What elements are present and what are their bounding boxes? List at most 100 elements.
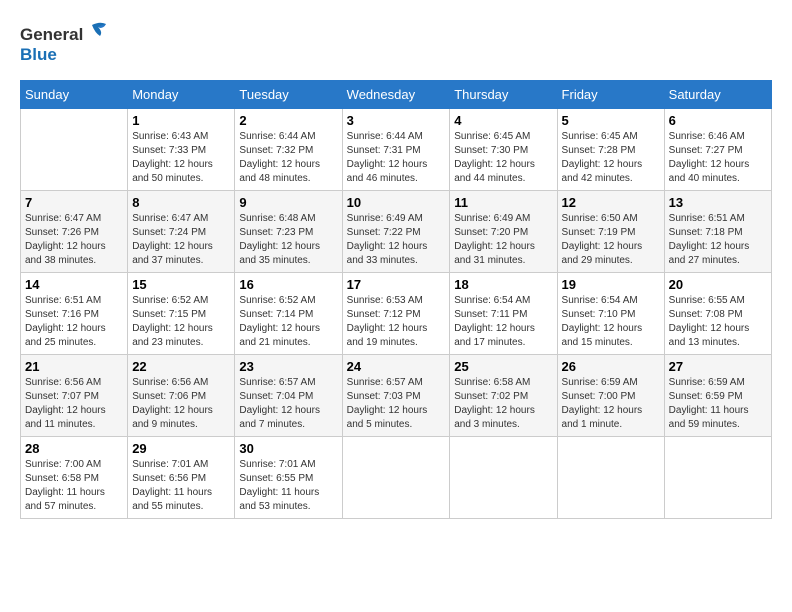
calendar-cell: 21 Sunrise: 6:56 AM Sunset: 7:07 PM Dayli… bbox=[21, 355, 128, 437]
calendar-cell: 27 Sunrise: 6:59 AM Sunset: 6:59 PM Dayli… bbox=[664, 355, 771, 437]
day-info: Sunrise: 6:56 AM Sunset: 7:07 PM Dayligh… bbox=[25, 376, 123, 432]
day-info: Sunrise: 6:44 AM Sunset: 7:32 PM Dayligh… bbox=[239, 130, 337, 186]
day-number: 20 bbox=[669, 277, 767, 292]
day-number: 9 bbox=[239, 195, 337, 210]
day-info: Sunrise: 6:47 AM Sunset: 7:26 PM Dayligh… bbox=[25, 212, 123, 268]
calendar-cell: 15 Sunrise: 6:52 AM Sunset: 7:15 PM Dayli… bbox=[128, 273, 235, 355]
day-number: 10 bbox=[347, 195, 446, 210]
day-number: 23 bbox=[239, 359, 337, 374]
day-info: Sunrise: 6:57 AM Sunset: 7:04 PM Dayligh… bbox=[239, 376, 337, 432]
calendar-table: SundayMondayTuesdayWednesdayThursdayFrid… bbox=[20, 80, 772, 519]
header-monday: Monday bbox=[128, 81, 235, 109]
day-info: Sunrise: 6:49 AM Sunset: 7:20 PM Dayligh… bbox=[454, 212, 552, 268]
calendar-cell bbox=[557, 437, 664, 519]
day-info: Sunrise: 6:59 AM Sunset: 7:00 PM Dayligh… bbox=[562, 376, 660, 432]
calendar-cell: 29Sunrise: 7:01 AM Sunset: 6:56 PM Dayli… bbox=[128, 437, 235, 519]
calendar-cell: 25 Sunrise: 6:58 AM Sunset: 7:02 PM Dayli… bbox=[450, 355, 557, 437]
calendar-week-row: 14 Sunrise: 6:51 AM Sunset: 7:16 PM Dayli… bbox=[21, 273, 772, 355]
day-info: Sunrise: 6:49 AM Sunset: 7:22 PM Dayligh… bbox=[347, 212, 446, 268]
svg-text:Blue: Blue bbox=[20, 45, 57, 64]
day-number: 16 bbox=[239, 277, 337, 292]
day-number: 5 bbox=[562, 113, 660, 128]
calendar-cell: 9 Sunrise: 6:48 AM Sunset: 7:23 PM Daylig… bbox=[235, 191, 342, 273]
day-number: 21 bbox=[25, 359, 123, 374]
calendar-cell: 3 Sunrise: 6:44 AM Sunset: 7:31 PM Daylig… bbox=[342, 109, 450, 191]
day-info: Sunrise: 6:50 AM Sunset: 7:19 PM Dayligh… bbox=[562, 212, 660, 268]
day-number: 11 bbox=[454, 195, 552, 210]
calendar-cell: 28 Sunrise: 7:00 AM Sunset: 6:58 PM Dayli… bbox=[21, 437, 128, 519]
calendar-cell: 17 Sunrise: 6:53 AM Sunset: 7:12 PM Dayli… bbox=[342, 273, 450, 355]
day-number: 13 bbox=[669, 195, 767, 210]
day-info: Sunrise: 6:51 AM Sunset: 7:18 PM Dayligh… bbox=[669, 212, 767, 268]
calendar-cell: 14 Sunrise: 6:51 AM Sunset: 7:16 PM Dayli… bbox=[21, 273, 128, 355]
day-info: Sunrise: 6:56 AM Sunset: 7:06 PM Dayligh… bbox=[132, 376, 230, 432]
day-info: Sunrise: 6:45 AM Sunset: 7:28 PM Dayligh… bbox=[562, 130, 660, 186]
header-friday: Friday bbox=[557, 81, 664, 109]
day-info: Sunrise: 6:58 AM Sunset: 7:02 PM Dayligh… bbox=[454, 376, 552, 432]
calendar-cell: 20 Sunrise: 6:55 AM Sunset: 7:08 PM Dayli… bbox=[664, 273, 771, 355]
day-number: 7 bbox=[25, 195, 123, 210]
day-info: Sunrise: 6:46 AM Sunset: 7:27 PM Dayligh… bbox=[669, 130, 767, 186]
day-number: 14 bbox=[25, 277, 123, 292]
header-sunday: Sunday bbox=[21, 81, 128, 109]
logo-svg: General Blue bbox=[20, 20, 110, 70]
day-number: 27 bbox=[669, 359, 767, 374]
calendar-week-row: 21 Sunrise: 6:56 AM Sunset: 7:07 PM Dayli… bbox=[21, 355, 772, 437]
calendar-cell: 24Sunrise: 6:57 AM Sunset: 7:03 PM Dayli… bbox=[342, 355, 450, 437]
header-thursday: Thursday bbox=[450, 81, 557, 109]
calendar-cell: 4 Sunrise: 6:45 AM Sunset: 7:30 PM Daylig… bbox=[450, 109, 557, 191]
day-number: 3 bbox=[347, 113, 446, 128]
calendar-cell: 16 Sunrise: 6:52 AM Sunset: 7:14 PM Dayli… bbox=[235, 273, 342, 355]
calendar-cell bbox=[21, 109, 128, 191]
day-info: Sunrise: 6:54 AM Sunset: 7:10 PM Dayligh… bbox=[562, 294, 660, 350]
calendar-cell: 22 Sunrise: 6:56 AM Sunset: 7:06 PM Dayli… bbox=[128, 355, 235, 437]
day-info: Sunrise: 6:48 AM Sunset: 7:23 PM Dayligh… bbox=[239, 212, 337, 268]
calendar-cell bbox=[342, 437, 450, 519]
calendar-cell: 6 Sunrise: 6:46 AM Sunset: 7:27 PM Daylig… bbox=[664, 109, 771, 191]
day-info: Sunrise: 6:59 AM Sunset: 6:59 PM Dayligh… bbox=[669, 376, 767, 432]
page-header: General Blue bbox=[20, 20, 772, 70]
day-number: 15 bbox=[132, 277, 230, 292]
day-number: 4 bbox=[454, 113, 552, 128]
calendar-cell: 26 Sunrise: 6:59 AM Sunset: 7:00 PM Dayli… bbox=[557, 355, 664, 437]
day-info: Sunrise: 6:54 AM Sunset: 7:11 PM Dayligh… bbox=[454, 294, 552, 350]
day-info: Sunrise: 6:55 AM Sunset: 7:08 PM Dayligh… bbox=[669, 294, 767, 350]
day-number: 2 bbox=[239, 113, 337, 128]
day-number: 6 bbox=[669, 113, 767, 128]
calendar-cell: 5 Sunrise: 6:45 AM Sunset: 7:28 PM Daylig… bbox=[557, 109, 664, 191]
day-number: 17 bbox=[347, 277, 446, 292]
day-info: Sunrise: 6:52 AM Sunset: 7:15 PM Dayligh… bbox=[132, 294, 230, 350]
header-wednesday: Wednesday bbox=[342, 81, 450, 109]
calendar-cell: 18Sunrise: 6:54 AM Sunset: 7:11 PM Dayli… bbox=[450, 273, 557, 355]
calendar-week-row: 1Sunrise: 6:43 AM Sunset: 7:33 PM Daylig… bbox=[21, 109, 772, 191]
calendar-cell: 8 Sunrise: 6:47 AM Sunset: 7:24 PM Daylig… bbox=[128, 191, 235, 273]
day-info: Sunrise: 6:45 AM Sunset: 7:30 PM Dayligh… bbox=[454, 130, 552, 186]
day-number: 19 bbox=[562, 277, 660, 292]
day-number: 1 bbox=[132, 113, 230, 128]
calendar-cell: 10 Sunrise: 6:49 AM Sunset: 7:22 PM Dayli… bbox=[342, 191, 450, 273]
day-number: 24 bbox=[347, 359, 446, 374]
day-number: 8 bbox=[132, 195, 230, 210]
svg-text:General: General bbox=[20, 25, 83, 44]
day-number: 28 bbox=[25, 441, 123, 456]
day-info: Sunrise: 6:44 AM Sunset: 7:31 PM Dayligh… bbox=[347, 130, 446, 186]
calendar-cell: 12 Sunrise: 6:50 AM Sunset: 7:19 PM Dayli… bbox=[557, 191, 664, 273]
day-info: Sunrise: 7:00 AM Sunset: 6:58 PM Dayligh… bbox=[25, 458, 123, 514]
day-number: 22 bbox=[132, 359, 230, 374]
calendar-header-row: SundayMondayTuesdayWednesdayThursdayFrid… bbox=[21, 81, 772, 109]
calendar-cell: 19 Sunrise: 6:54 AM Sunset: 7:10 PM Dayli… bbox=[557, 273, 664, 355]
header-tuesday: Tuesday bbox=[235, 81, 342, 109]
day-number: 26 bbox=[562, 359, 660, 374]
day-info: Sunrise: 6:53 AM Sunset: 7:12 PM Dayligh… bbox=[347, 294, 446, 350]
header-saturday: Saturday bbox=[664, 81, 771, 109]
calendar-cell: 13 Sunrise: 6:51 AM Sunset: 7:18 PM Dayli… bbox=[664, 191, 771, 273]
day-number: 25 bbox=[454, 359, 552, 374]
day-info: Sunrise: 6:47 AM Sunset: 7:24 PM Dayligh… bbox=[132, 212, 230, 268]
day-info: Sunrise: 6:51 AM Sunset: 7:16 PM Dayligh… bbox=[25, 294, 123, 350]
calendar-cell: 11 Sunrise: 6:49 AM Sunset: 7:20 PM Dayli… bbox=[450, 191, 557, 273]
day-info: Sunrise: 7:01 AM Sunset: 6:55 PM Dayligh… bbox=[239, 458, 337, 514]
calendar-cell bbox=[450, 437, 557, 519]
day-number: 29 bbox=[132, 441, 230, 456]
day-number: 12 bbox=[562, 195, 660, 210]
day-info: Sunrise: 6:52 AM Sunset: 7:14 PM Dayligh… bbox=[239, 294, 337, 350]
